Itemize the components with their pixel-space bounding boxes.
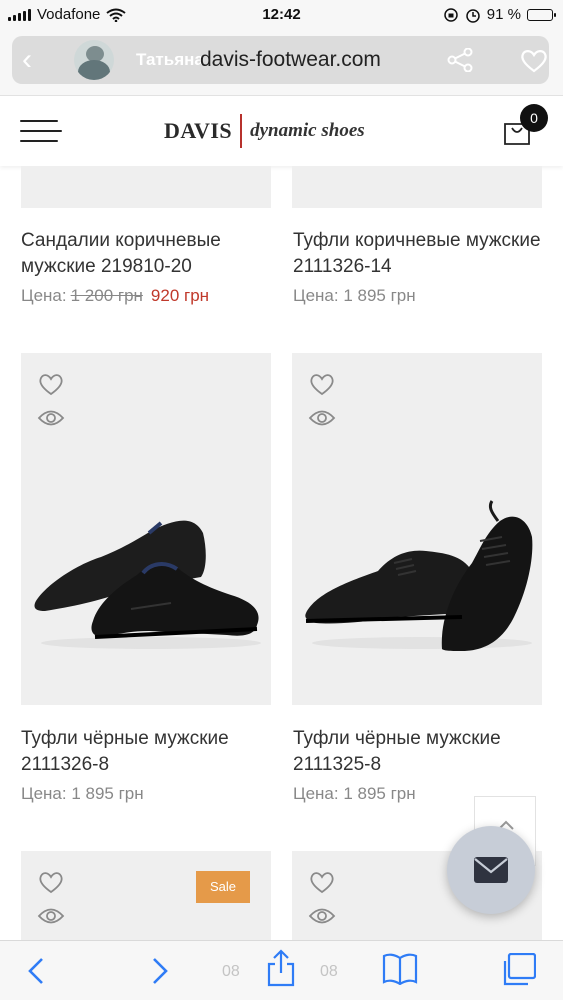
avatar[interactable] (74, 40, 114, 80)
site-header: DAVIS dynamic shoes (0, 96, 563, 166)
heart-icon[interactable] (520, 46, 548, 74)
product-name[interactable]: Туфли коричневые мужские 2111326-14 (293, 228, 553, 280)
alarm-icon (466, 8, 480, 23)
tabs-icon[interactable] (500, 953, 536, 987)
address-bar[interactable]: ‹ Татьяна davis-footwear.com (12, 36, 549, 84)
product-card-image[interactable] (21, 353, 271, 705)
status-right: 91 % (443, 6, 556, 23)
forward-arrow-icon[interactable] (150, 955, 170, 987)
eye-icon[interactable] (308, 409, 336, 427)
product-image[interactable] (21, 166, 271, 208)
battery-icon (527, 8, 556, 21)
eye-icon[interactable] (308, 907, 336, 925)
heart-icon[interactable] (37, 371, 65, 397)
price-value: 1 895 грн (343, 286, 416, 305)
product-name[interactable]: Туфли чёрные мужские 2111325-8 (293, 726, 553, 778)
status-bar: Vodafone 12:42 91 % (0, 0, 563, 30)
product-image[interactable] (292, 166, 542, 208)
envelope-icon (474, 857, 508, 883)
sale-price: 920 грн (150, 286, 210, 305)
bookmarks-icon[interactable] (382, 953, 418, 985)
contact-mail-button[interactable] (447, 826, 535, 914)
logo-tagline: dynamic shoes (250, 120, 365, 141)
heart-icon[interactable] (308, 869, 336, 895)
price-label: Цена: (21, 784, 67, 803)
old-price: 1 200 грн (70, 286, 143, 305)
heart-icon[interactable] (37, 869, 65, 895)
eye-icon[interactable] (37, 907, 65, 925)
price-value: 1 895 грн (71, 784, 144, 803)
logo-brand: DAVIS (164, 118, 233, 143)
chevron-left-icon[interactable]: ‹ (22, 45, 44, 75)
derby-shoes-image (305, 500, 533, 651)
menu-icon[interactable] (20, 120, 62, 144)
logo-separator (240, 114, 243, 148)
share-icon[interactable] (446, 48, 474, 72)
product-card-image[interactable]: Sale (21, 851, 271, 940)
product-name[interactable]: Туфли чёрные мужские 2111326-8 (21, 726, 281, 778)
orientation-lock-icon (444, 7, 458, 22)
loafer-shoes-image (34, 520, 261, 649)
site-logo[interactable]: DAVIS dynamic shoes (164, 114, 365, 148)
sale-badge: Sale (196, 871, 250, 903)
price-label: Цена: (21, 286, 67, 305)
url-text[interactable]: davis-footwear.com (200, 48, 381, 72)
battery-percent: 91 % (486, 6, 521, 23)
toolbar-ghost-text: 08 (320, 963, 338, 980)
cart-count-badge: 0 (520, 104, 548, 132)
browser-address-area: ‹ Татьяна davis-footwear.com (0, 30, 563, 96)
product-price: Цена: 1 895 грн (293, 286, 416, 306)
toolbar-ghost-text: 08 (222, 963, 240, 980)
product-card-image[interactable] (292, 353, 542, 705)
product-name[interactable]: Сандалии коричневые мужские 219810-20 (21, 228, 281, 280)
product-price: Цена: 1 895 грн (21, 784, 144, 804)
eye-icon[interactable] (37, 409, 65, 427)
product-price: Цена: 1 200 грн 920 грн (21, 286, 209, 306)
back-arrow-icon[interactable] (26, 955, 46, 987)
price-label: Цена: (293, 286, 339, 305)
browser-toolbar: 08 08 (0, 940, 563, 1000)
price-value: 1 895 грн (343, 784, 416, 803)
user-name: Татьяна (136, 50, 204, 69)
price-label: Цена: (293, 784, 339, 803)
heart-icon[interactable] (308, 371, 336, 397)
product-price: Цена: 1 895 грн (293, 784, 416, 804)
share-icon[interactable] (266, 949, 296, 987)
